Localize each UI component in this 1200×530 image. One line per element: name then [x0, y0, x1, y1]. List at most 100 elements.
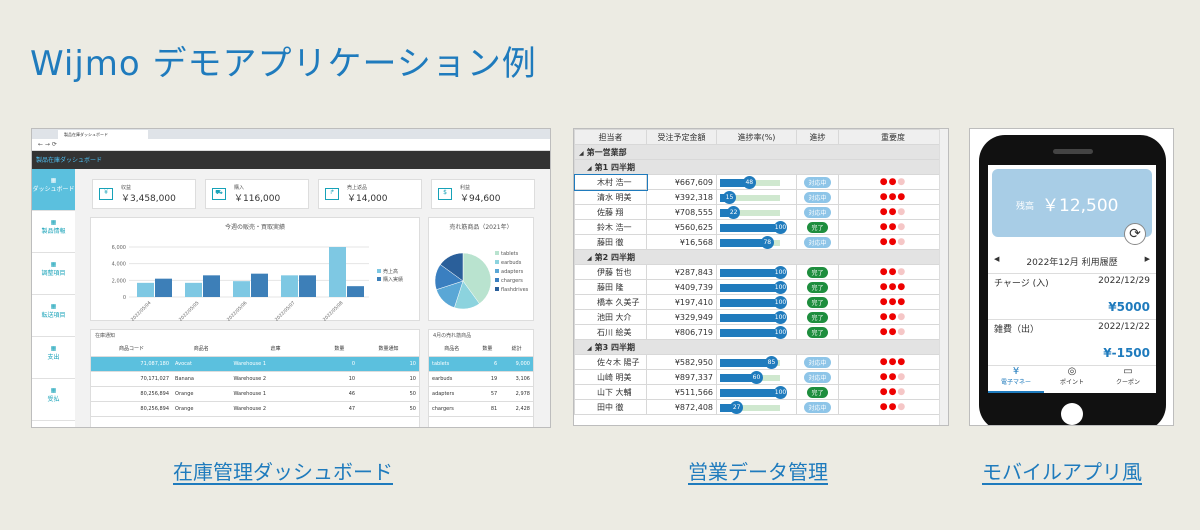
column-header[interactable]: 商品名 [429, 341, 475, 357]
progress-cell[interactable]: 100 [716, 324, 797, 340]
column-header[interactable]: 総計 [500, 341, 533, 357]
mobile-screenshot[interactable]: 残高 ￥12,500 ⟳ ◀ 2022年12月 利用履歴 ▶ チャージ (入) … [969, 128, 1174, 426]
column-header[interactable]: 重要度 [838, 129, 948, 145]
prev-month-icon[interactable]: ◀ [994, 255, 999, 263]
grid-row[interactable]: 橋本 久美子 ¥197,410 100 完了 ●●● [574, 294, 948, 310]
name-cell[interactable]: 鈴木 浩一 [574, 219, 647, 235]
column-header[interactable]: 数量通知 [358, 341, 419, 357]
table-row[interactable]: adapters 57 2,978 [429, 386, 533, 402]
status-cell[interactable]: 対応中 [796, 174, 839, 190]
grid-row[interactable]: 池田 大介 ¥329,949 100 完了 ●●● [574, 309, 948, 325]
refresh-icon[interactable]: ⟳ [1124, 223, 1146, 245]
next-month-icon[interactable]: ▶ [1145, 255, 1150, 263]
amount-cell[interactable]: ¥582,950 [646, 354, 717, 370]
name-cell[interactable]: 山下 大輔 [574, 384, 647, 400]
sidebar-item[interactable]: ▦ 受払 [32, 379, 75, 421]
importance-cell[interactable]: ●●● [838, 294, 948, 310]
dashboard-screenshot[interactable]: 製品在庫ダッシュボード ← → ⟳ 製品在庫ダッシュボード ▦ ダッシュボード ▦ 製… [31, 128, 551, 428]
amount-cell[interactable]: ¥897,337 [646, 369, 717, 385]
grid-row[interactable]: 田中 徹 ¥872,408 27 対応中 ●●● [574, 399, 948, 415]
status-cell[interactable]: 完了 [796, 219, 839, 235]
nav-arrows-icon[interactable]: ← → ⟳ [38, 141, 57, 148]
status-cell[interactable]: 対応中 [796, 354, 839, 370]
sidebar-item[interactable]: ▦ 転送項目 [32, 295, 75, 337]
grid-row[interactable]: 山下 大輔 ¥511,566 100 完了 ●●● [574, 384, 948, 400]
progress-cell[interactable]: 100 [716, 279, 797, 295]
status-cell[interactable]: 完了 [796, 324, 839, 340]
column-header[interactable]: 進捗率(%) [716, 129, 797, 145]
column-header[interactable]: 倉庫 [230, 341, 321, 357]
browser-address-bar[interactable]: ← → ⟳ [32, 139, 550, 151]
grid-row[interactable]: 清水 明美 ¥392,318 15 対応中 ●●● [574, 189, 948, 205]
importance-cell[interactable]: ●●● [838, 279, 948, 295]
importance-cell[interactable]: ●●● [838, 384, 948, 400]
amount-cell[interactable]: ¥287,843 [646, 264, 717, 280]
importance-cell[interactable]: ●●● [838, 354, 948, 370]
status-cell[interactable]: 対応中 [796, 234, 839, 250]
name-cell[interactable]: 清水 明美 [574, 189, 647, 205]
group-row[interactable]: ◢ 第3 四半期 [574, 339, 948, 355]
amount-cell[interactable]: ¥197,410 [646, 294, 717, 310]
name-cell[interactable]: 池田 大介 [574, 309, 647, 325]
progress-cell[interactable]: 100 [716, 294, 797, 310]
group-row[interactable]: ◢ 第1 四半期 [574, 159, 948, 175]
progress-cell[interactable]: 22 [716, 204, 797, 220]
column-header[interactable]: 受注予定金額 [646, 129, 717, 145]
importance-cell[interactable]: ●●● [838, 219, 948, 235]
column-header[interactable]: 担当者 [574, 129, 647, 145]
table-row[interactable]: chargers 81 2,428 [429, 401, 533, 417]
column-header[interactable]: 数量 [320, 341, 359, 357]
amount-cell[interactable]: ¥511,566 [646, 384, 717, 400]
status-cell[interactable]: 完了 [796, 309, 839, 325]
status-cell[interactable]: 対応中 [796, 189, 839, 205]
grid-row[interactable]: 伊藤 哲也 ¥287,843 100 完了 ●●● [574, 264, 948, 280]
progress-cell[interactable]: 60 [716, 369, 797, 385]
home-button[interactable] [1061, 403, 1083, 425]
status-cell[interactable]: 対応中 [796, 369, 839, 385]
name-cell[interactable]: 佐藤 翔 [574, 204, 647, 220]
amount-cell[interactable]: ¥872,408 [646, 399, 717, 415]
name-cell[interactable]: 藤田 徹 [574, 234, 647, 250]
table-row[interactable]: tablets 6 9,000 [429, 356, 533, 372]
entry-row[interactable]: チャージ (入) 2022/12/29 ¥5000 [988, 273, 1156, 317]
status-cell[interactable]: 完了 [796, 279, 839, 295]
progress-cell[interactable]: 85 [716, 354, 797, 370]
sales-grid-screenshot[interactable]: 担当者 受注予定金額 進捗率(%) 進捗 重要度 ◢ 第一営業部 ◢ 第1 四半期 木村 浩一 ¥6… [573, 128, 949, 426]
table-row[interactable]: 70,171,027 Banana Warehouse 2 10 10 [91, 371, 419, 387]
importance-cell[interactable]: ●●● [838, 189, 948, 205]
amount-cell[interactable]: ¥409,739 [646, 279, 717, 295]
browser-tab[interactable]: 製品在庫ダッシュボード [58, 130, 148, 139]
dashboard-link[interactable]: 在庫管理ダッシュボード [173, 456, 393, 485]
name-cell[interactable]: 佐々木 陽子 [574, 354, 647, 370]
progress-cell[interactable]: 48 [716, 174, 797, 190]
collapse-icon[interactable]: ◢ [579, 150, 584, 157]
table-row[interactable]: earbuds 19 3,106 [429, 371, 533, 387]
status-cell[interactable]: 完了 [796, 264, 839, 280]
name-cell[interactable]: 田中 徹 [574, 399, 647, 415]
importance-cell[interactable]: ●●● [838, 204, 948, 220]
vertical-scrollbar[interactable] [939, 129, 948, 425]
status-cell[interactable]: 完了 [796, 294, 839, 310]
tab-points[interactable]: ◎ ポイント [1044, 366, 1100, 393]
collapse-icon[interactable]: ◢ [587, 255, 592, 262]
importance-cell[interactable]: ●●● [838, 399, 948, 415]
amount-cell[interactable]: ¥560,625 [646, 219, 717, 235]
sales-grid[interactable]: 担当者 受注予定金額 進捗率(%) 進捗 重要度 ◢ 第一営業部 ◢ 第1 四半期 木村 浩一 ¥6… [574, 129, 948, 415]
progress-cell[interactable]: 78 [716, 234, 797, 250]
importance-cell[interactable]: ●●● [838, 174, 948, 190]
progress-cell[interactable]: 100 [716, 264, 797, 280]
grid-row[interactable]: 鈴木 浩一 ¥560,625 100 完了 ●●● [574, 219, 948, 235]
name-cell[interactable]: 石川 絵美 [574, 324, 647, 340]
importance-cell[interactable]: ●●● [838, 324, 948, 340]
grid-row[interactable]: 佐藤 翔 ¥708,555 22 対応中 ●●● [574, 204, 948, 220]
name-cell[interactable]: 橋本 久美子 [574, 294, 647, 310]
status-cell[interactable]: 対応中 [796, 399, 839, 415]
importance-cell[interactable]: ●●● [838, 369, 948, 385]
name-cell[interactable]: 山崎 明美 [574, 369, 647, 385]
progress-cell[interactable]: 100 [716, 309, 797, 325]
amount-cell[interactable]: ¥667,609 [646, 174, 717, 190]
stock-table[interactable]: 商品コード 商品名 倉庫 数量 数量通知 71,087,180 Avocat Warehous… [91, 341, 419, 417]
importance-cell[interactable]: ●●● [838, 264, 948, 280]
column-header[interactable]: 商品コード [91, 341, 173, 357]
entry-row[interactable]: 雑費（出） 2022/12/22 ¥-1500 [988, 319, 1156, 363]
